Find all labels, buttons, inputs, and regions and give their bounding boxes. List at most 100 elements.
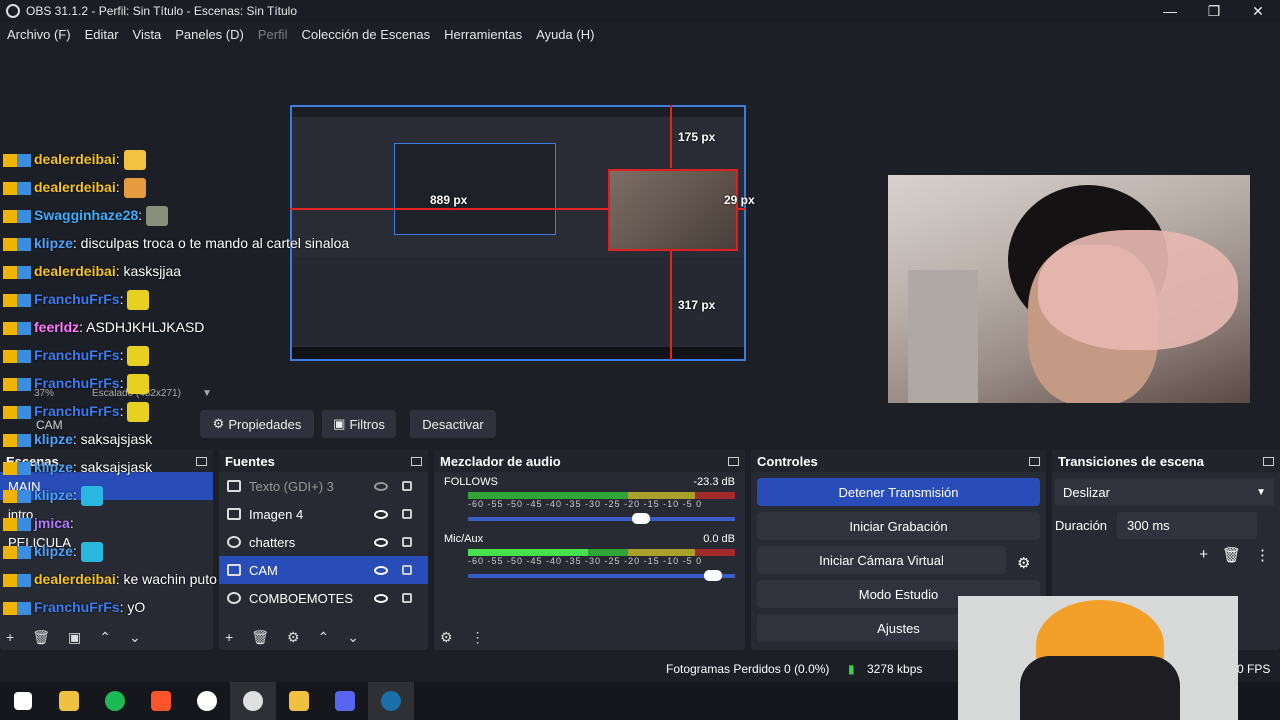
restore-icon[interactable]: ❐ (1192, 0, 1236, 22)
eye-icon[interactable] (374, 593, 388, 603)
gear-icon[interactable]: ⚙ (440, 629, 453, 646)
source-item[interactable]: chatters (219, 528, 428, 556)
eye-icon[interactable] (374, 565, 388, 575)
up-icon[interactable]: ⌃ (318, 629, 330, 646)
add-icon[interactable]: + (225, 629, 233, 646)
chat-user: FranchuFrFs (34, 291, 120, 307)
menu-paneles[interactable]: Paneles (D) (175, 27, 244, 42)
nested-cam-selected[interactable] (608, 169, 738, 251)
lock-icon[interactable] (402, 537, 412, 547)
slider-knob[interactable] (631, 513, 650, 524)
chat-badge-icon (3, 237, 31, 251)
chat-user: FranchuFrFs (34, 403, 120, 419)
volume-slider[interactable] (468, 570, 735, 581)
filters-button[interactable]: ▣ Filtros (322, 410, 396, 438)
minimize-icon[interactable]: — (1148, 0, 1192, 22)
eye-icon[interactable] (374, 509, 388, 519)
chat-user: FranchuFrFs (34, 599, 120, 615)
chat-emote-icon (127, 374, 150, 395)
up-icon[interactable]: ⌃ (99, 629, 111, 646)
eye-hidden-icon[interactable] (374, 481, 388, 491)
more-icon[interactable]: ⋮ (1255, 546, 1270, 564)
menu-vista[interactable]: Vista (133, 27, 162, 42)
controls-title: Controles (757, 453, 818, 469)
menu-editar[interactable]: Editar (85, 27, 119, 42)
chat-text: : (72, 543, 77, 559)
undock-icon[interactable] (1263, 456, 1274, 466)
steam-icon[interactable] (368, 682, 414, 720)
menu-perfil[interactable]: Perfil (258, 27, 288, 42)
guide-left-label: 889 px (430, 193, 468, 207)
source-item[interactable]: CAM (219, 556, 428, 584)
chat-badge-icon (3, 433, 31, 447)
meter-scale: -60 -55 -50 -45 -40 -35 -30 -25 -20 -15 … (468, 556, 703, 566)
sources-footer: + 🗑 ⚙ ⌃ ⌄ (225, 629, 359, 646)
chat-text: : saksajsjask (72, 459, 153, 475)
brave-icon[interactable] (138, 682, 184, 720)
more-icon[interactable]: ⋮ (471, 629, 485, 646)
stop-stream-button[interactable]: Detener Transmisión (757, 478, 1040, 506)
chat-emote-icon (123, 178, 146, 199)
chat-user: dealerdeibai (34, 179, 116, 195)
volume-slider[interactable] (468, 513, 735, 524)
start-icon[interactable] (0, 682, 46, 720)
chat-message: FranchuFrFs: (3, 285, 238, 313)
chat-badge-icon (3, 265, 31, 279)
source-item[interactable]: COMBOEMOTES (219, 584, 428, 612)
close-icon[interactable]: ✕ (1236, 0, 1280, 22)
eye-icon[interactable] (374, 537, 388, 547)
slider-knob[interactable] (703, 570, 722, 581)
chat-emote-icon (127, 290, 150, 311)
chat-message: Swagginhaze28: (3, 201, 238, 229)
guide-top-label: 175 px (678, 130, 716, 144)
folder-icon[interactable] (46, 682, 92, 720)
undock-icon[interactable] (728, 456, 739, 466)
chat-badge-icon (3, 517, 31, 531)
gear-icon[interactable]: ⚙ (287, 629, 300, 646)
lock-icon[interactable] (402, 481, 412, 491)
lock-icon[interactable] (402, 509, 412, 519)
down-icon[interactable]: ⌄ (347, 629, 359, 646)
menu-herramientas[interactable]: Herramientas (444, 27, 522, 42)
start-recording-button[interactable]: Iniciar Grabación (757, 512, 1040, 540)
down-icon[interactable]: ⌄ (129, 629, 141, 646)
chat-text: : ke wachin puto (115, 571, 217, 587)
chat-overlay: dealerdeibai: dealerdeibai: Swagginhaze28:… (3, 145, 349, 621)
obs-taskbar-icon[interactable] (230, 682, 276, 720)
add-icon[interactable]: + (6, 629, 14, 646)
deactivate-button[interactable]: Desactivar (410, 410, 496, 438)
lock-icon[interactable] (402, 565, 412, 575)
filter-icon[interactable]: ▣ (68, 629, 81, 646)
add-icon[interactable]: + (1199, 546, 1208, 564)
source-item[interactable]: Texto (GDI+) 3 (219, 472, 428, 500)
virtual-camera-button[interactable]: Iniciar Cámara Virtual (757, 546, 1006, 574)
trash-icon[interactable]: 🗑 (1222, 546, 1241, 564)
virtual-cam-gear-icon[interactable]: ⚙ (1017, 554, 1030, 572)
source-item[interactable]: Imagen 4 (219, 500, 428, 528)
menu-ayuda[interactable]: Ayuda (H) (536, 27, 594, 42)
undock-icon[interactable] (1029, 456, 1040, 466)
trash-icon[interactable]: 🗑 (32, 629, 50, 646)
app-icon[interactable] (276, 682, 322, 720)
chat-text: : yO (119, 599, 146, 615)
menu-archivo[interactable]: Archivo (F) (7, 27, 71, 42)
chat-text: : (119, 347, 124, 363)
lock-icon[interactable] (402, 593, 412, 603)
chat-text: : (119, 291, 124, 307)
undock-icon[interactable] (411, 456, 422, 466)
discord-icon[interactable] (322, 682, 368, 720)
spotify-icon[interactable] (92, 682, 138, 720)
chat-text: : kasksjjaa (115, 263, 182, 279)
trash-icon[interactable]: 🗑 (251, 629, 269, 646)
bitrate: 3278 kbps (867, 662, 923, 676)
track-name: FOLLOWS (444, 476, 498, 488)
chat-badge-icon (3, 209, 31, 223)
chat-user: dealerdeibai (34, 263, 116, 279)
transition-select[interactable]: Deslizar ▼ (1055, 478, 1274, 506)
guide-top-line (670, 105, 672, 168)
menu-coleccion[interactable]: Colección de Escenas (301, 27, 430, 42)
chat-message: dealerdeibai: kasksjjaa (3, 257, 238, 285)
duration-input[interactable]: 300 ms (1117, 512, 1258, 539)
clock-app-icon[interactable] (184, 682, 230, 720)
chat-badge-icon (3, 153, 31, 167)
